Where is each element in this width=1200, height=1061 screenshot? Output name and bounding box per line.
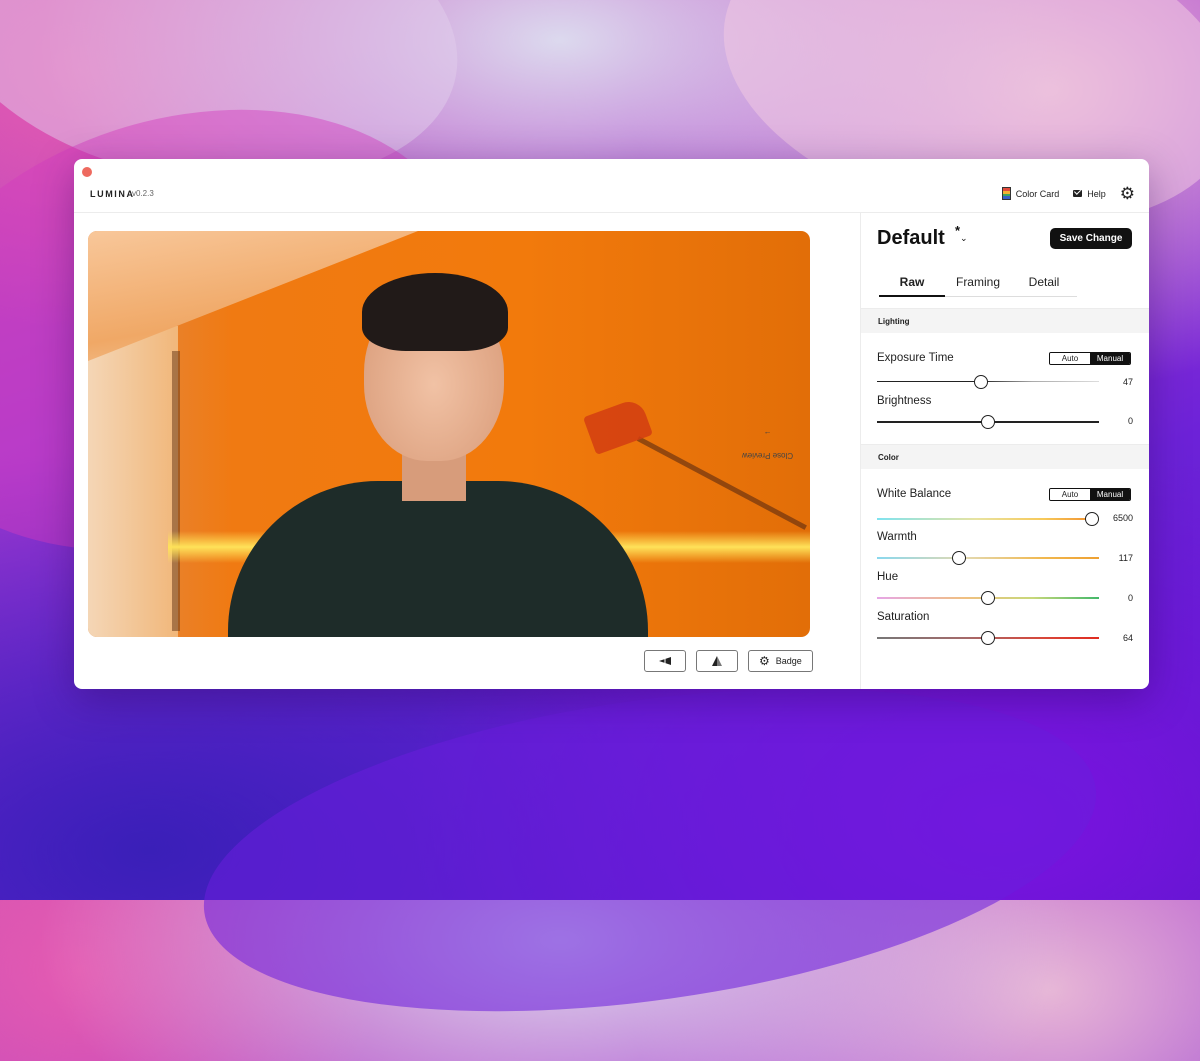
exposure-time-value: 47 [1122, 377, 1133, 387]
color-card-button[interactable]: Color Card [1001, 187, 1060, 200]
save-change-button[interactable]: Save Change [1050, 228, 1132, 249]
flip-vertical-button[interactable] [696, 650, 738, 672]
hue-label: Hue [877, 571, 899, 583]
badge-gear-icon: ⚙ [759, 654, 770, 668]
close-preview-label: Close Preview [741, 451, 794, 461]
video-person-hair [362, 273, 508, 351]
video-wall [88, 326, 178, 637]
app-name: LUMINA [90, 189, 135, 199]
white-balance-slider[interactable] [877, 512, 1100, 526]
color-card-icon [1001, 187, 1011, 200]
flip-horizontal-icon [659, 657, 671, 665]
white-balance-manual-option[interactable]: Manual [1090, 489, 1130, 500]
tab-raw[interactable]: Raw [879, 275, 945, 297]
mail-icon [1073, 190, 1083, 197]
color-section-label: Color [878, 453, 899, 462]
brightness-value: 0 [1127, 416, 1133, 426]
settings-panel: Default * ⌄ Save Change Raw Framing Deta… [861, 213, 1149, 689]
warmth-value: 117 [1118, 553, 1133, 563]
white-balance-value: 6500 [1112, 513, 1133, 523]
gear-icon[interactable]: ⚙ [1120, 185, 1135, 202]
brightness-label: Brightness [877, 395, 932, 407]
warmth-slider-thumb[interactable] [952, 551, 967, 565]
video-person-body [228, 481, 648, 637]
help-button[interactable]: Help [1073, 189, 1106, 199]
color-section-header: Color [861, 444, 1149, 469]
wallpaper-wave [183, 638, 1117, 1061]
brightness-slider-thumb[interactable] [981, 415, 995, 429]
panel-tabs: Raw Framing Detail [879, 275, 1077, 297]
app-window: LUMINA v0.2.3 Color Card Help ⚙ Close Pr… [74, 159, 1149, 689]
saturation-slider[interactable] [877, 631, 1099, 645]
app-version: v0.2.3 [132, 189, 154, 198]
camera-preview [88, 231, 810, 637]
hue-slider-thumb[interactable] [981, 591, 995, 605]
top-bar: LUMINA v0.2.3 Color Card Help ⚙ [74, 179, 1149, 213]
chevron-down-icon[interactable]: ⌄ [960, 233, 968, 244]
help-label: Help [1087, 188, 1106, 199]
preset-title: Default [877, 227, 945, 249]
top-actions: Color Card Help ⚙ [1001, 185, 1135, 202]
video-pillar [172, 351, 180, 631]
white-balance-label: White Balance [877, 488, 952, 500]
saturation-value: 64 [1122, 633, 1133, 643]
brightness-slider[interactable] [877, 415, 1099, 429]
color-card-label: Color Card [1015, 188, 1060, 199]
badge-button[interactable]: ⚙ Badge [748, 650, 813, 672]
exposure-time-slider[interactable] [877, 375, 1099, 389]
flip-horizontal-button[interactable] [644, 650, 686, 672]
exposure-manual-option[interactable]: Manual [1090, 353, 1130, 364]
exposure-auto-option[interactable]: Auto [1050, 353, 1090, 364]
hue-slider[interactable] [877, 591, 1099, 605]
saturation-slider-thumb[interactable] [981, 631, 995, 645]
tab-detail[interactable]: Detail [1011, 275, 1077, 297]
preview-area: Close Preview → ⚙ Badge [74, 213, 861, 689]
video-lamp [582, 396, 654, 456]
lighting-section-label: Lighting [878, 317, 910, 326]
warmth-slider[interactable] [877, 551, 1099, 565]
preview-toolbar: ⚙ Badge [644, 650, 813, 672]
badge-label: Badge [775, 656, 802, 666]
exposure-mode-toggle: Auto Manual [1049, 352, 1131, 365]
window-close-button[interactable] [82, 167, 92, 177]
white-balance-mode-toggle: Auto Manual [1049, 488, 1131, 501]
hue-value: 0 [1127, 593, 1133, 603]
close-preview-button[interactable]: Close Preview → [742, 418, 856, 488]
white-balance-slider-thumb[interactable] [1085, 512, 1100, 526]
warmth-label: Warmth [877, 531, 917, 543]
white-balance-auto-option[interactable]: Auto [1050, 489, 1090, 500]
exposure-time-slider-thumb[interactable] [974, 375, 989, 389]
saturation-label: Saturation [877, 611, 930, 623]
tab-framing[interactable]: Framing [945, 275, 1011, 297]
flip-vertical-icon [712, 656, 722, 666]
exposure-time-label: Exposure Time [877, 352, 954, 364]
arrow-right-icon: → [763, 429, 772, 439]
lighting-section-header: Lighting [861, 308, 1149, 333]
